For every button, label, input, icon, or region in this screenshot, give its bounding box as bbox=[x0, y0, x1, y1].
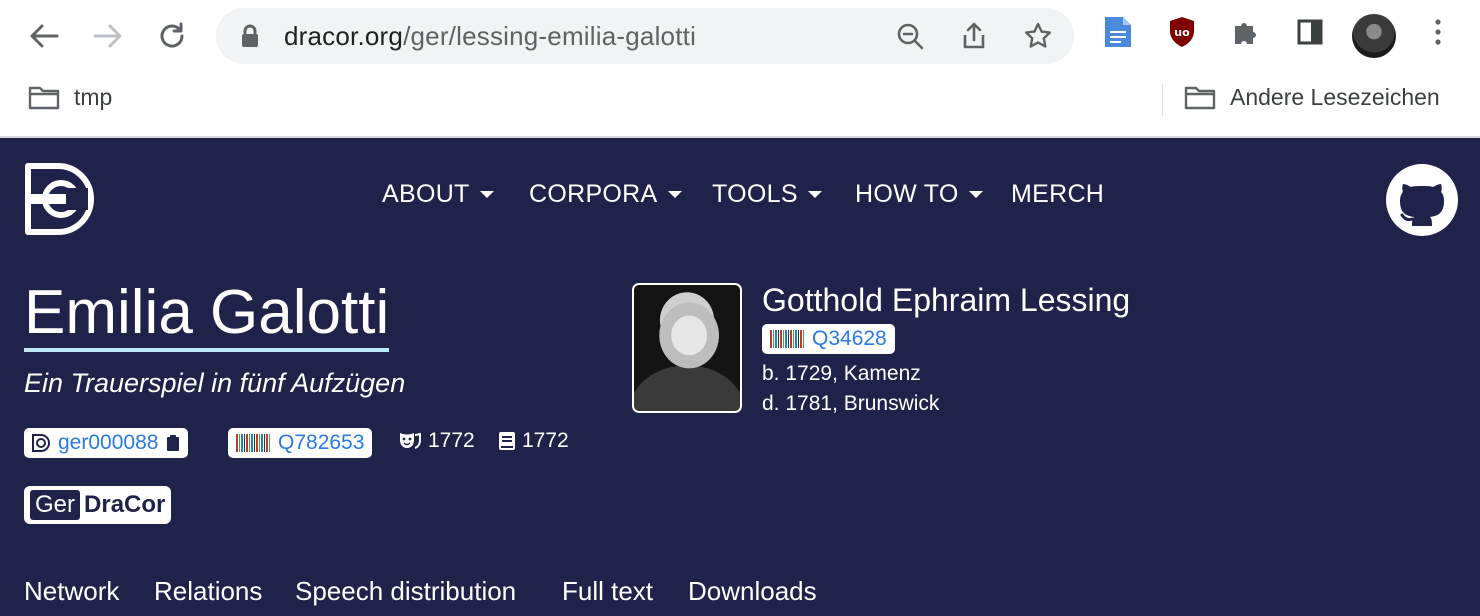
author-wikidata-id-text: Q34628 bbox=[812, 327, 887, 350]
caret-down-icon bbox=[968, 191, 983, 198]
zoom-out-button[interactable] bbox=[894, 20, 926, 52]
dracor-page: ABOUT CORPORA TOOLS HOW TO MERCH Emilia … bbox=[0, 138, 1480, 616]
print-year-text: 1772 bbox=[522, 429, 569, 452]
bookmark-label: Andere Lesezeichen bbox=[1230, 84, 1440, 110]
lock-icon bbox=[242, 24, 258, 47]
caret-down-icon bbox=[667, 191, 682, 198]
share-icon bbox=[963, 22, 985, 49]
dracor-id-badge[interactable]: ger000088 bbox=[24, 428, 189, 458]
menu-label: MERCH bbox=[1011, 180, 1105, 208]
star-icon bbox=[1025, 22, 1051, 48]
premiere-year-text: 1772 bbox=[428, 429, 475, 452]
back-button[interactable] bbox=[24, 16, 64, 56]
menu-corpora[interactable]: CORPORA bbox=[529, 180, 682, 209]
corpus-prefix: Ger bbox=[30, 490, 81, 520]
puzzle-icon bbox=[1235, 23, 1256, 44]
menu-merch[interactable]: MERCH bbox=[1011, 180, 1104, 209]
browser-chrome: dracor.org/ger/lessing-emilia-galotti uo… bbox=[0, 0, 1480, 138]
menu-how-to[interactable]: HOW TO bbox=[855, 180, 983, 209]
tab-network[interactable]: Network bbox=[24, 576, 119, 607]
menu-about[interactable]: ABOUT bbox=[382, 180, 494, 209]
zoom-out-icon bbox=[897, 23, 924, 50]
tab-downloads[interactable]: Downloads bbox=[688, 576, 817, 607]
play-subtitle: Ein Trauerspiel in fünf Aufzügen bbox=[24, 368, 406, 398]
bookmark-label: tmp bbox=[74, 84, 113, 110]
profile-avatar[interactable] bbox=[1352, 14, 1396, 58]
document-icon bbox=[1105, 17, 1131, 47]
corpus-badge[interactable]: Ger DraCor bbox=[24, 486, 172, 524]
url-text[interactable]: dracor.org/ger/lessing-emilia-galotti bbox=[284, 21, 696, 52]
wikidata-icon bbox=[236, 434, 270, 452]
share-button[interactable] bbox=[958, 20, 990, 52]
caret-down-icon bbox=[807, 191, 822, 198]
author-name: Gotthold Ephraim Lessing bbox=[762, 282, 1131, 318]
url-path: /ger/lessing-emilia-galotti bbox=[403, 21, 697, 51]
clipboard-icon[interactable] bbox=[166, 434, 180, 452]
bookmark-folder-other[interactable]: Andere Lesezeichen bbox=[1184, 84, 1440, 111]
side-panel-icon bbox=[1297, 19, 1323, 45]
premiere-year: 1772 bbox=[398, 429, 475, 453]
bookmark-folder-tmp[interactable]: tmp bbox=[28, 84, 112, 111]
author-wikidata-badge[interactable]: Q34628 bbox=[762, 324, 895, 354]
dracor-logo[interactable] bbox=[24, 162, 98, 236]
github-icon[interactable] bbox=[1386, 164, 1458, 236]
extensions-button[interactable] bbox=[1228, 14, 1264, 50]
chrome-menu-button[interactable] bbox=[1420, 14, 1456, 50]
book-icon bbox=[499, 432, 515, 450]
reload-button[interactable] bbox=[152, 16, 192, 56]
menu-label: TOOLS bbox=[712, 180, 798, 208]
print-year: 1772 bbox=[498, 429, 569, 453]
author-birth: b. 1729, Kamenz bbox=[762, 362, 921, 385]
address-bar[interactable]: dracor.org/ger/lessing-emilia-galotti bbox=[216, 8, 1074, 64]
tab-full-text[interactable]: Full text bbox=[562, 576, 653, 607]
theater-masks-icon bbox=[400, 432, 421, 449]
docs-extension-button[interactable] bbox=[1100, 14, 1136, 50]
wikidata-badge[interactable]: Q782653 bbox=[228, 428, 373, 458]
bookmarks-divider bbox=[1162, 84, 1163, 116]
tab-speech-distribution[interactable]: Speech distribution bbox=[295, 576, 516, 607]
side-panel-button[interactable] bbox=[1292, 14, 1328, 50]
author-portrait bbox=[632, 283, 742, 413]
play-tabs: Network Relations Speech distribution Fu… bbox=[0, 576, 1480, 616]
reload-icon bbox=[160, 22, 184, 48]
svg-text:uo: uo bbox=[1174, 26, 1190, 39]
menu-label: CORPORA bbox=[529, 180, 658, 208]
bookmark-star-button[interactable] bbox=[1022, 20, 1054, 52]
ublock-extension-button[interactable]: uo bbox=[1164, 14, 1200, 50]
dracor-id-text: ger000088 bbox=[58, 431, 159, 454]
tab-relations[interactable]: Relations bbox=[154, 576, 262, 607]
menu-tools[interactable]: TOOLS bbox=[712, 180, 822, 209]
caret-down-icon bbox=[479, 191, 494, 198]
menu-label: ABOUT bbox=[382, 180, 470, 208]
folder-icon bbox=[1184, 86, 1216, 109]
url-host: dracor.org bbox=[284, 21, 404, 51]
more-vert-icon bbox=[1435, 19, 1441, 45]
arrow-right-icon bbox=[93, 24, 122, 48]
wikidata-icon bbox=[770, 330, 804, 348]
forward-button[interactable] bbox=[88, 16, 128, 56]
folder-icon bbox=[28, 86, 60, 109]
dracor-mini-logo-icon bbox=[32, 434, 50, 452]
corpus-name: DraCor bbox=[84, 491, 166, 518]
arrow-left-icon bbox=[30, 24, 59, 48]
shield-icon: uo bbox=[1170, 17, 1194, 47]
author-death: d. 1781, Brunswick bbox=[762, 392, 940, 415]
wikidata-id-text: Q782653 bbox=[278, 431, 365, 454]
play-title[interactable]: Emilia Galotti bbox=[24, 278, 390, 352]
menu-label: HOW TO bbox=[855, 180, 959, 208]
